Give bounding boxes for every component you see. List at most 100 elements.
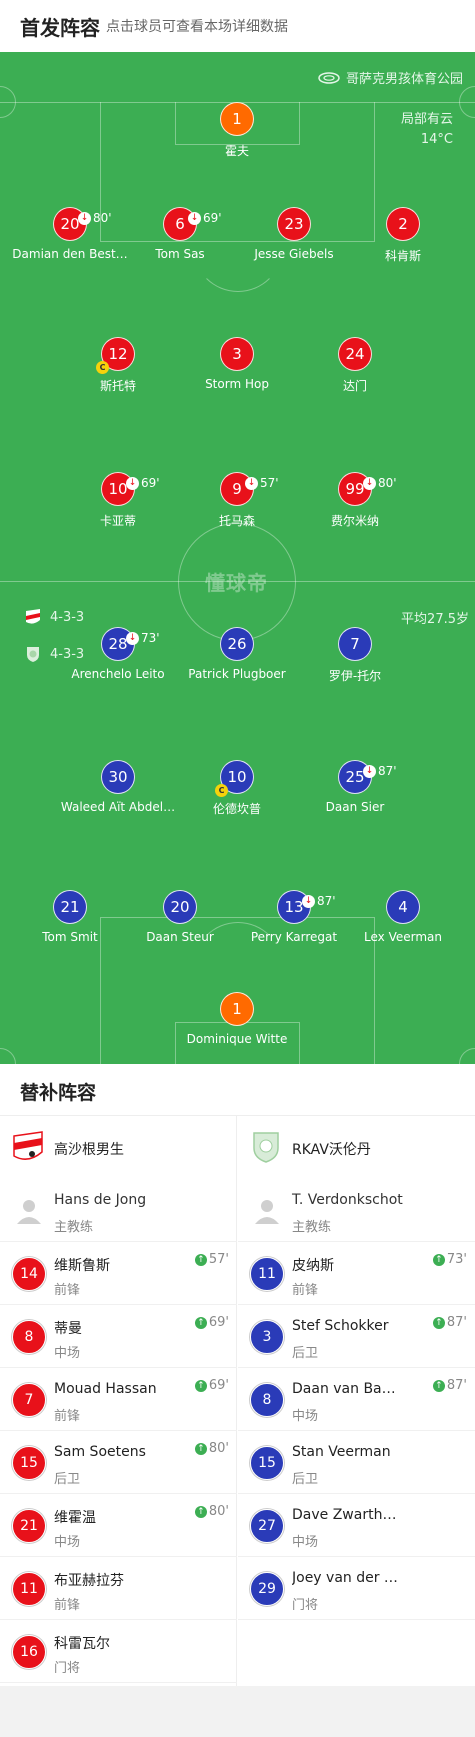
sub-on-time-value: 57'	[208, 1252, 229, 1267]
substitute-row[interactable]: 29 Joey van der … 门将	[238, 1557, 475, 1620]
substitute-row[interactable]: 21 维霍温 中场 ↑ 80'	[0, 1494, 237, 1557]
weather-temperature: 14°C	[420, 132, 453, 147]
sub-on-icon: ↑	[194, 1379, 207, 1392]
sub-on-time: ↑ 87'	[432, 1378, 467, 1393]
sub-on-time: ↑ 80'	[194, 1441, 229, 1456]
sub-on-time: ↑ 69'	[194, 1378, 229, 1393]
substitute-row[interactable]: 11 布亚赫拉芬前锋	[0, 1557, 237, 1620]
home-coach-name: Hans de Jong	[54, 1192, 147, 1208]
home-player[interactable]: 12 C 斯托特	[53, 337, 183, 394]
player-number: 20 ↓ 80'	[53, 207, 112, 241]
substitute-row[interactable]: 8 Daan van Ba… 中场 ↑ 87'	[238, 1368, 475, 1431]
player-name: Daan Sier	[325, 800, 385, 814]
substitute-row[interactable]: 14 维斯鲁斯 前锋 ↑ 57'	[0, 1242, 237, 1305]
substitute-name: Joey van der …	[292, 1570, 398, 1586]
home-coach[interactable]: Hans de Jong 主教练	[0, 1178, 237, 1242]
substitute-row[interactable]: 15 Stan Veerman 后卫	[238, 1431, 475, 1494]
home-team-row[interactable]: 高沙根男生	[0, 1116, 237, 1178]
substitution-badge: ↓ 69'	[126, 467, 160, 499]
home-player[interactable]: 2 科肯斯	[338, 207, 468, 264]
sub-off-icon: ↓	[126, 476, 139, 490]
substitute-position: 中场	[54, 1535, 81, 1550]
substitute-name: Dave Zwarth…	[292, 1507, 397, 1523]
player-name: Storm Hop	[205, 377, 269, 391]
substitute-name: Mouad Hassan	[54, 1381, 157, 1397]
substitute-number: 7	[12, 1383, 46, 1417]
away-player[interactable]: 7 罗伊-托尔	[290, 627, 420, 684]
substitute-name: Sam Soetens	[54, 1444, 146, 1460]
substitute-row[interactable]: 11 皮纳斯 前锋 ↑ 73'	[238, 1242, 475, 1305]
substitute-name: Stef Schokker	[292, 1318, 389, 1334]
substitution-badge: ↓ 69'	[188, 202, 222, 234]
away-coach[interactable]: T. Verdonkschot 主教练	[238, 1178, 475, 1242]
substitutes-panel: 高沙根男生 Hans de Jong 主教练 14 维斯鲁斯 前锋 ↑ 57' 8 蒂曼 中场…	[0, 1116, 475, 1686]
coach-avatar-icon	[17, 1200, 41, 1224]
substitute-row[interactable]: 7 Mouad Hassan 前锋 ↑ 69'	[0, 1368, 237, 1431]
home-substitutes: 高沙根男生 Hans de Jong 主教练 14 维斯鲁斯 前锋 ↑ 57' 8 蒂曼 中场…	[0, 1116, 237, 1686]
substitution-time: 80'	[93, 211, 112, 225]
substitute-row[interactable]: 15 Sam Soetens 后卫 ↑ 80'	[0, 1431, 237, 1494]
player-name: Tom Sas	[155, 247, 205, 261]
player-number: 10 ↓ 69'	[101, 472, 160, 506]
substitute-row[interactable]: 3 Stef Schokker 后卫 ↑ 87'	[238, 1305, 475, 1368]
sub-on-icon: ↑	[432, 1379, 445, 1392]
sub-on-time-value: 69'	[208, 1378, 229, 1393]
substitute-row[interactable]: 27 Dave Zwarth… 中场	[238, 1494, 475, 1557]
home-player[interactable]: 3 Storm Hop	[172, 337, 302, 391]
substitute-number: 29	[250, 1572, 284, 1606]
home-player[interactable]: 10 ↓ 69' 卡亚蒂	[53, 472, 183, 529]
player-name: Waleed Aït Abdel…	[60, 800, 176, 814]
substitute-number: 15	[12, 1446, 46, 1480]
home-team-name: 高沙根男生	[54, 1142, 124, 1158]
pitch: 哥萨克男孩体育公园 局部有云 14°C 懂球帝 4-3-3 平均27.5岁 4-…	[0, 52, 475, 1064]
substitutes-title: 替补阵容	[20, 1082, 97, 1104]
substitute-number: 11	[12, 1572, 46, 1606]
away-player[interactable]: 25 ↓ 87' Daan Sier	[290, 760, 420, 814]
substitute-row[interactable]: 8 蒂曼 中场 ↑ 69'	[0, 1305, 237, 1368]
sub-on-time: ↑ 80'	[194, 1504, 229, 1519]
home-coach-role: 主教练	[54, 1220, 94, 1235]
sub-off-icon: ↓	[78, 211, 91, 225]
substitute-position: 前锋	[54, 1598, 81, 1613]
away-player[interactable]: 20 Daan Steur	[115, 890, 245, 944]
home-player[interactable]: 24 达门	[290, 337, 420, 394]
home-player[interactable]: 6 ↓ 69' Tom Sas	[115, 207, 245, 261]
substitute-name: 布亚赫拉芬	[54, 1573, 124, 1589]
away-player[interactable]: 30 Waleed Aït Abdel…	[53, 760, 183, 814]
player-number: 20	[163, 890, 197, 924]
substitute-name: 维霍温	[54, 1510, 96, 1526]
sub-off-icon: ↓	[363, 476, 376, 490]
away-player[interactable]: 4 Lex Veerman	[338, 890, 468, 944]
player-name: Patrick Plugboer	[188, 667, 286, 681]
home-player[interactable]: 1 霍夫	[172, 102, 302, 159]
substitution-time: 87'	[317, 894, 336, 908]
away-player[interactable]: 26 Patrick Plugboer	[172, 627, 302, 681]
sub-on-icon: ↑	[194, 1505, 207, 1518]
away-team-logo-icon	[253, 1132, 279, 1163]
substitute-name: 皮纳斯	[292, 1258, 334, 1274]
substitute-row[interactable]: 16 科雷瓦尔 门将	[0, 1620, 237, 1683]
away-team-name: RKAV沃伦丹	[292, 1142, 371, 1158]
substitution-badge: ↓ 57'	[245, 467, 279, 499]
substitute-number: 15	[250, 1446, 284, 1480]
substitute-position: 前锋	[54, 1409, 81, 1424]
home-player[interactable]: 99 ↓ 80' 费尔米纳	[290, 472, 420, 529]
away-coach-role: 主教练	[292, 1220, 332, 1235]
player-number: 13 ↓ 87'	[277, 890, 336, 924]
player-name: Dominique Witte	[186, 1032, 288, 1046]
away-player[interactable]: 1 Dominique Witte	[172, 992, 302, 1046]
sub-on-time-value: 80'	[208, 1504, 229, 1519]
substitute-position: 中场	[292, 1409, 319, 1424]
away-player[interactable]: 10 C 伦德坎普	[172, 760, 302, 817]
sub-on-time: ↑ 69'	[194, 1315, 229, 1330]
sub-on-icon: ↑	[194, 1253, 207, 1266]
substitution-time: 80'	[378, 476, 397, 490]
away-player[interactable]: 28 ↓ 73' Arenchelo Leito	[53, 627, 183, 681]
player-number: 24	[338, 337, 372, 371]
sub-on-icon: ↑	[432, 1316, 445, 1329]
away-team-row[interactable]: RKAV沃伦丹	[238, 1116, 475, 1178]
substitution-time: 73'	[141, 631, 160, 645]
sub-on-icon: ↑	[432, 1253, 445, 1266]
home-team-badge-icon	[26, 609, 40, 624]
home-player[interactable]: 9 ↓ 57' 托马森	[172, 472, 302, 529]
